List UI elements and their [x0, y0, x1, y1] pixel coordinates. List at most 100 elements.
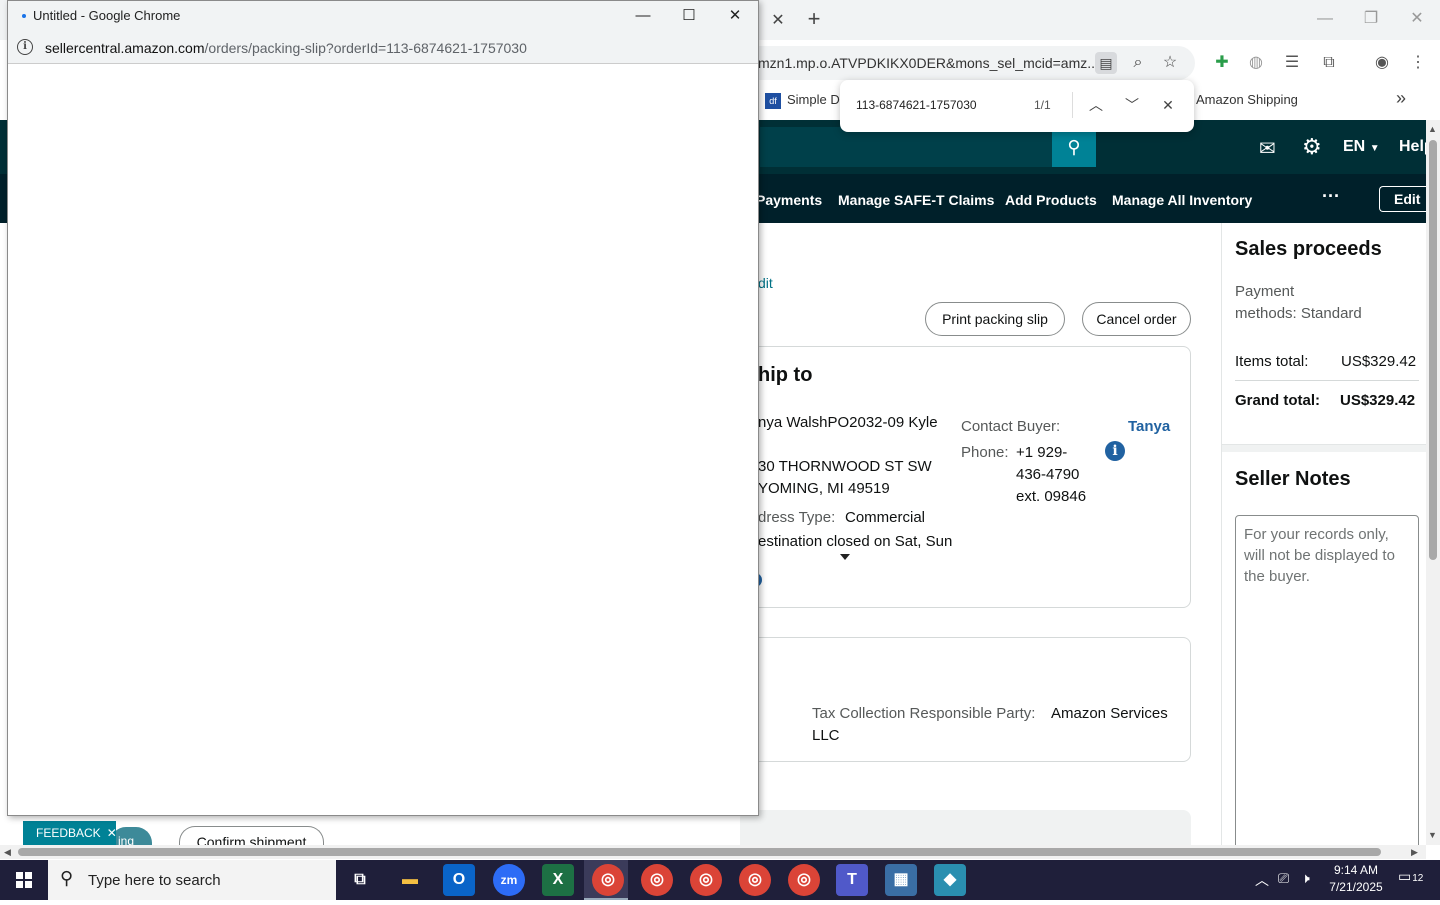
close-window-icon[interactable]: ✕ — [1402, 6, 1432, 32]
seller-notes-heading: Seller Notes — [1235, 468, 1351, 490]
restore-icon[interactable]: ❐ — [1356, 6, 1386, 32]
nav-manage-all-inventory[interactable]: Manage All Inventory — [1112, 192, 1252, 208]
address-url[interactable]: mzn1.mp.o.ATVPDKIKX0DER&mons_sel_mcid=am… — [758, 55, 1099, 71]
bookmark-star-icon[interactable]: ☆ — [1159, 52, 1181, 74]
print-packing-slip-button[interactable]: Print packing slip — [925, 302, 1065, 336]
caret-down-icon[interactable] — [840, 554, 850, 560]
phone-label: Phone: — [961, 444, 1009, 461]
menu-kebab-icon[interactable]: ⋮ — [1407, 52, 1429, 74]
extension-green-icon[interactable]: ✚ — [1211, 52, 1233, 74]
find-match-count: 1/1 — [1034, 98, 1051, 112]
phone-line-3: ext. 09846 — [1016, 488, 1087, 505]
gear-icon[interactable]: ⚙ — [1302, 134, 1322, 160]
chrome-icon[interactable]: ◎ — [592, 864, 624, 896]
extension-bars-icon[interactable]: ☰ — [1281, 52, 1303, 74]
close-icon[interactable]: ✕ — [107, 826, 117, 840]
bookmark-simple-label: Simple Da — [787, 92, 847, 107]
phone-line-2: 436-4790 — [1016, 466, 1080, 483]
scroll-up-arrow-icon[interactable]: ▲ — [1428, 124, 1437, 134]
network-icon[interactable]: ⎚ — [1278, 870, 1289, 887]
popup-url[interactable]: sellercentral.amazon.com/orders/packing-… — [45, 40, 527, 56]
tax-party-value-2: LLC — [812, 727, 840, 744]
profile-icon[interactable]: ◉ — [1371, 52, 1393, 74]
tab-close-icon[interactable]: ✕ — [770, 10, 786, 29]
taskbar-search-placeholder[interactable]: Type here to search — [88, 872, 221, 889]
horizontal-scroll-thumb[interactable] — [18, 848, 1381, 856]
address-type-value: Commercial — [845, 509, 926, 526]
popup-url-path: /orders/packing-slip?orderId=113-6874621… — [204, 40, 527, 56]
popup-maximize-icon[interactable]: ☐ — [674, 4, 704, 28]
chevron-down-icon: ▼ — [1369, 143, 1380, 154]
find-next-icon[interactable]: ﹀ — [1121, 94, 1143, 116]
scroll-left-arrow-icon[interactable]: ◀ — [4, 847, 11, 858]
nav-edit-button[interactable]: Edit — [1379, 186, 1426, 212]
nav-manage-safe-t-claims[interactable]: Manage SAFE-T Claims — [838, 192, 994, 208]
popup-minimize-icon[interactable]: — — [628, 4, 658, 28]
confirm-shipment-button[interactable]: Confirm shipment — [179, 826, 324, 845]
search-icon: ⚲ — [60, 868, 74, 888]
tray-chevron-icon[interactable]: ︿ — [1255, 870, 1269, 890]
feedback-button[interactable]: FEEDBACK ✕ — [23, 821, 117, 845]
site-info-icon[interactable]: i — [17, 39, 33, 55]
zoom-icon[interactable]: ⌕ — [1127, 52, 1149, 74]
payment-methods-line-1: Payment — [1235, 283, 1295, 300]
edit-link[interactable]: dit — [758, 275, 773, 291]
bookmark-simple-icon: df — [765, 92, 781, 109]
clock-date: 7/21/2025 — [1329, 880, 1383, 894]
bookmark-amazon-shipping[interactable]: Amazon Shipping — [1196, 92, 1298, 107]
scroll-right-arrow-icon[interactable]: ▶ — [1411, 847, 1418, 858]
excel-icon[interactable]: X — [542, 864, 574, 896]
app-icon[interactable]: ◆ — [934, 864, 966, 896]
language-selector[interactable]: EN ▼ — [1343, 138, 1380, 156]
popup-close-icon[interactable]: ✕ — [720, 4, 750, 28]
search-icon[interactable]: ⚲ — [1052, 127, 1096, 167]
mail-icon[interactable]: ✉ — [1259, 136, 1276, 161]
windows-start-icon[interactable] — [0, 860, 48, 900]
chrome-icon[interactable]: ◎ — [690, 864, 722, 896]
info-icon[interactable]: i — [1105, 441, 1125, 461]
volume-muted-icon[interactable]: 🕨 — [1301, 870, 1310, 887]
tax-card — [740, 637, 1191, 762]
find-input[interactable]: 113-6874621-1757030 — [856, 98, 977, 112]
chrome-icon[interactable]: ◎ — [788, 864, 820, 896]
find-previous-icon[interactable]: ︿ — [1085, 94, 1107, 116]
task-view-icon[interactable]: ⧉ — [344, 864, 376, 896]
totals-divider — [1235, 380, 1419, 381]
scroll-down-arrow-icon[interactable]: ▼ — [1428, 830, 1437, 840]
items-total-value: US$329.42 — [1341, 353, 1417, 370]
file-explorer-icon[interactable]: ▬ — [394, 864, 426, 896]
find-close-icon[interactable]: ✕ — [1157, 94, 1179, 116]
minimize-icon[interactable]: — — [1310, 6, 1340, 32]
items-card-top — [740, 810, 1191, 850]
contact-buyer-label: Contact Buyer: — [961, 418, 1061, 435]
extensions-puzzle-icon[interactable]: ⧉ — [1318, 52, 1340, 74]
zoom-icon[interactable]: zm — [493, 864, 525, 896]
chrome-icon[interactable]: ◎ — [739, 864, 771, 896]
teams-icon[interactable]: T — [836, 864, 868, 896]
address-line-1: 30 THORNWOOD ST SW — [758, 458, 932, 475]
reading-mode-icon[interactable]: ▤ — [1095, 52, 1117, 74]
bookmark-simple[interactable]: df Simple Da — [765, 92, 847, 109]
tax-party-label: Tax Collection Responsible Party: — [812, 705, 1036, 722]
amazon-search-input[interactable] — [760, 127, 1052, 167]
cancel-order-button[interactable]: Cancel order — [1082, 302, 1191, 336]
payment-methods-line-2: methods: Standard — [1235, 305, 1362, 322]
find-separator — [1072, 92, 1073, 118]
popup-favicon-icon — [22, 14, 26, 18]
extension-globe-icon[interactable]: ◍ — [1245, 52, 1267, 74]
outlook-icon[interactable]: O — [443, 864, 475, 896]
chrome-icon[interactable]: ◎ — [641, 864, 673, 896]
contact-buyer-link[interactable]: Tanya — [1128, 418, 1170, 435]
nav-payments[interactable]: Payments — [756, 192, 822, 208]
clock-time: 9:14 AM — [1333, 863, 1379, 877]
seller-notes-textarea[interactable]: For your records only, will not be displ… — [1235, 515, 1419, 855]
new-tab-icon[interactable]: + — [804, 6, 824, 31]
nav-add-products[interactable]: Add Products — [1005, 192, 1097, 208]
notifications-icon[interactable]: ▭12 — [1398, 868, 1423, 885]
bookmarks-more-icon[interactable]: » — [1396, 88, 1406, 109]
nav-more-icon[interactable]: ··· — [1322, 186, 1340, 207]
taskbar-clock[interactable]: 9:14 AM 7/21/2025 — [1322, 862, 1390, 896]
calculator-icon[interactable]: ▦ — [885, 864, 917, 896]
vertical-scroll-thumb[interactable] — [1429, 140, 1437, 560]
buyer-name-line: nya WalshPO2032-09 Kyle — [758, 414, 938, 431]
